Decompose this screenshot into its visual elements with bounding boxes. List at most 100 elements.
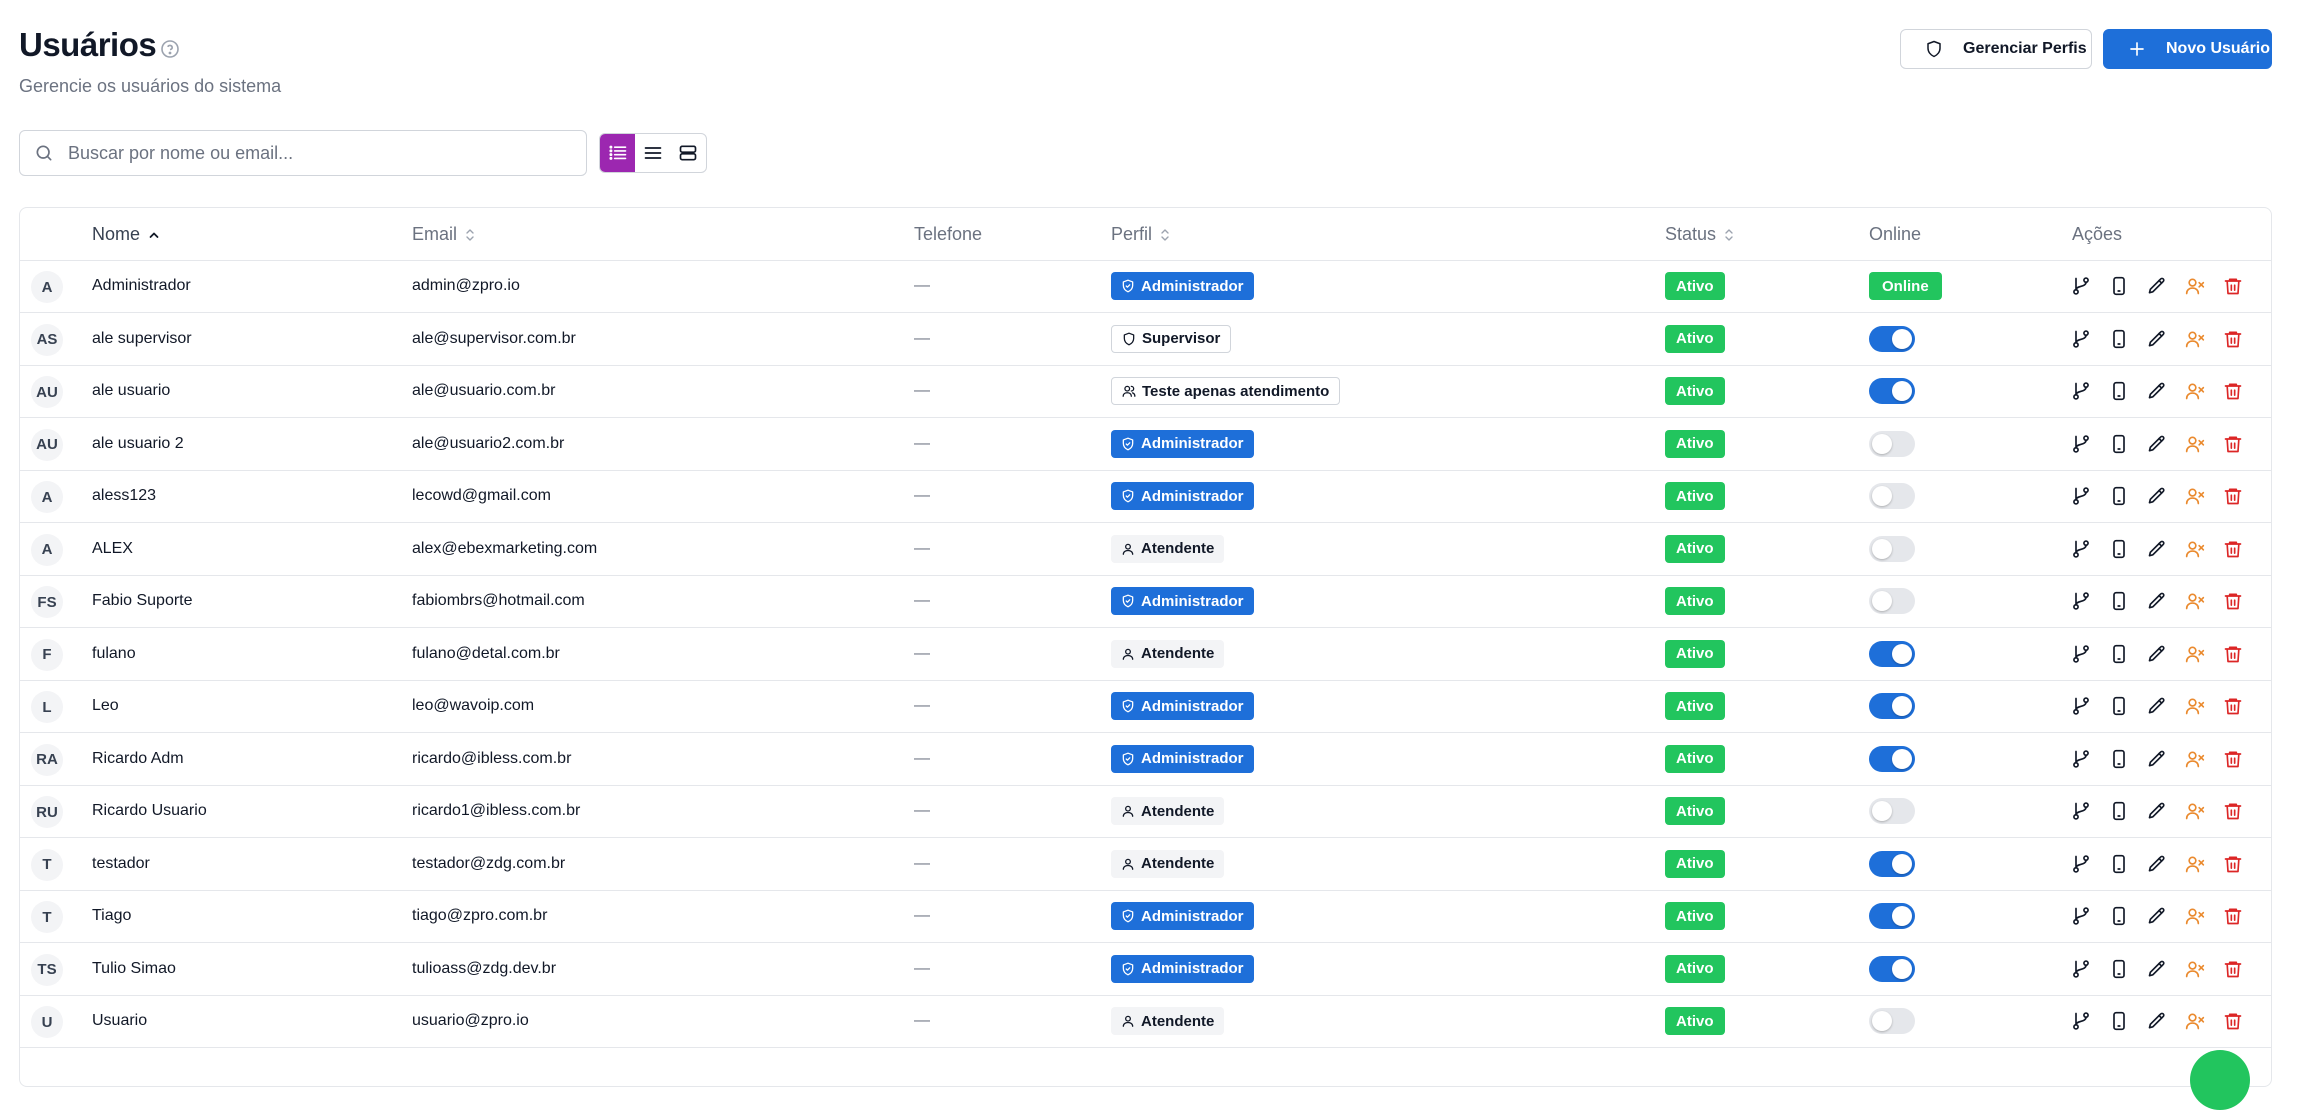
deactivate-user-button[interactable] (2184, 433, 2206, 455)
delete-user-button[interactable] (2222, 380, 2244, 402)
view-list-detailed-button[interactable] (600, 134, 636, 172)
online-toggle[interactable] (1869, 693, 1915, 719)
channels-button[interactable] (2108, 380, 2130, 402)
search-field[interactable] (19, 130, 587, 176)
online-toggle[interactable] (1869, 903, 1915, 929)
edit-user-button[interactable] (2146, 538, 2168, 560)
deactivate-user-button[interactable] (2184, 1010, 2206, 1032)
delete-user-button[interactable] (2222, 695, 2244, 717)
online-toggle[interactable] (1869, 535, 1915, 562)
online-toggle[interactable] (1869, 430, 1915, 457)
transfer-queues-button[interactable] (2070, 643, 2092, 665)
transfer-queues-button[interactable] (2070, 380, 2092, 402)
deactivate-user-button[interactable] (2184, 275, 2206, 297)
channels-button[interactable] (2108, 1010, 2130, 1032)
transfer-queues-button[interactable] (2070, 433, 2092, 455)
channels-button[interactable] (2108, 328, 2130, 350)
edit-user-button[interactable] (2146, 1010, 2168, 1032)
edit-user-button[interactable] (2146, 905, 2168, 927)
edit-user-button[interactable] (2146, 275, 2168, 297)
online-toggle[interactable] (1869, 1008, 1915, 1034)
edit-user-button[interactable] (2146, 695, 2168, 717)
deactivate-user-button[interactable] (2184, 538, 2206, 560)
edit-user-button[interactable] (2146, 643, 2168, 665)
channels-button[interactable] (2108, 433, 2130, 455)
edit-user-button[interactable] (2146, 485, 2168, 507)
channels-button[interactable] (2108, 853, 2130, 875)
online-toggle[interactable] (1869, 483, 1915, 509)
deactivate-user-button[interactable] (2184, 328, 2206, 350)
deactivate-user-button[interactable] (2184, 590, 2206, 612)
channels-button[interactable] (2108, 275, 2130, 297)
delete-user-button[interactable] (2222, 1010, 2244, 1032)
edit-user-button[interactable] (2146, 433, 2168, 455)
column-header-status[interactable]: Status (1665, 224, 1734, 245)
online-toggle[interactable] (1869, 955, 1915, 982)
delete-user-button[interactable] (2222, 748, 2244, 770)
manage-profiles-button[interactable]: Gerenciar Perfis (1900, 29, 2092, 69)
delete-user-button[interactable] (2222, 328, 2244, 350)
edit-user-button[interactable] (2146, 853, 2168, 875)
delete-user-button[interactable] (2222, 538, 2244, 560)
deactivate-user-button[interactable] (2184, 748, 2206, 770)
edit-user-button[interactable] (2146, 328, 2168, 350)
deactivate-user-button[interactable] (2184, 905, 2206, 927)
search-input[interactable] (66, 141, 550, 165)
transfer-queues-button[interactable] (2070, 275, 2092, 297)
edit-user-button[interactable] (2146, 800, 2168, 822)
transfer-queues-button[interactable] (2070, 695, 2092, 717)
delete-user-button[interactable] (2222, 433, 2244, 455)
transfer-queues-button[interactable] (2070, 328, 2092, 350)
view-cards-button[interactable] (671, 134, 706, 172)
online-toggle[interactable] (1869, 378, 1915, 404)
channels-button[interactable] (2108, 800, 2130, 822)
transfer-queues-button[interactable] (2070, 485, 2092, 507)
channels-button[interactable] (2108, 905, 2130, 927)
view-list-compact-button[interactable] (635, 134, 670, 172)
delete-user-button[interactable] (2222, 905, 2244, 927)
new-user-button[interactable]: Novo Usuário (2103, 29, 2272, 69)
edit-user-button[interactable] (2146, 380, 2168, 402)
online-toggle[interactable] (1869, 325, 1915, 352)
deactivate-user-button[interactable] (2184, 485, 2206, 507)
deactivate-user-button[interactable] (2184, 800, 2206, 822)
delete-user-button[interactable] (2222, 643, 2244, 665)
online-toggle[interactable] (1869, 588, 1915, 614)
delete-user-button[interactable] (2222, 853, 2244, 875)
column-header-email[interactable]: Email (412, 224, 475, 245)
deactivate-user-button[interactable] (2184, 958, 2206, 980)
transfer-queues-button[interactable] (2070, 590, 2092, 612)
online-toggle[interactable] (1869, 745, 1915, 772)
transfer-queues-button[interactable] (2070, 905, 2092, 927)
delete-user-button[interactable] (2222, 800, 2244, 822)
floating-action-button[interactable] (2190, 1050, 2250, 1110)
channels-button[interactable] (2108, 958, 2130, 980)
channels-button[interactable] (2108, 485, 2130, 507)
deactivate-user-button[interactable] (2184, 643, 2206, 665)
edit-user-button[interactable] (2146, 958, 2168, 980)
transfer-queues-button[interactable] (2070, 853, 2092, 875)
column-header-name[interactable]: Nome (92, 224, 160, 245)
channels-button[interactable] (2108, 643, 2130, 665)
delete-user-button[interactable] (2222, 590, 2244, 612)
edit-user-button[interactable] (2146, 590, 2168, 612)
column-header-profile[interactable]: Perfil (1111, 224, 1170, 245)
online-toggle[interactable] (1869, 850, 1915, 877)
channels-button[interactable] (2108, 748, 2130, 770)
channels-button[interactable] (2108, 538, 2130, 560)
delete-user-button[interactable] (2222, 485, 2244, 507)
help-circle-icon[interactable] (160, 39, 180, 59)
transfer-queues-button[interactable] (2070, 1010, 2092, 1032)
transfer-queues-button[interactable] (2070, 958, 2092, 980)
transfer-queues-button[interactable] (2070, 538, 2092, 560)
online-toggle[interactable] (1869, 798, 1915, 824)
transfer-queues-button[interactable] (2070, 800, 2092, 822)
channels-button[interactable] (2108, 590, 2130, 612)
delete-user-button[interactable] (2222, 958, 2244, 980)
online-toggle[interactable] (1869, 640, 1915, 667)
channels-button[interactable] (2108, 695, 2130, 717)
edit-user-button[interactable] (2146, 748, 2168, 770)
deactivate-user-button[interactable] (2184, 380, 2206, 402)
delete-user-button[interactable] (2222, 275, 2244, 297)
deactivate-user-button[interactable] (2184, 695, 2206, 717)
